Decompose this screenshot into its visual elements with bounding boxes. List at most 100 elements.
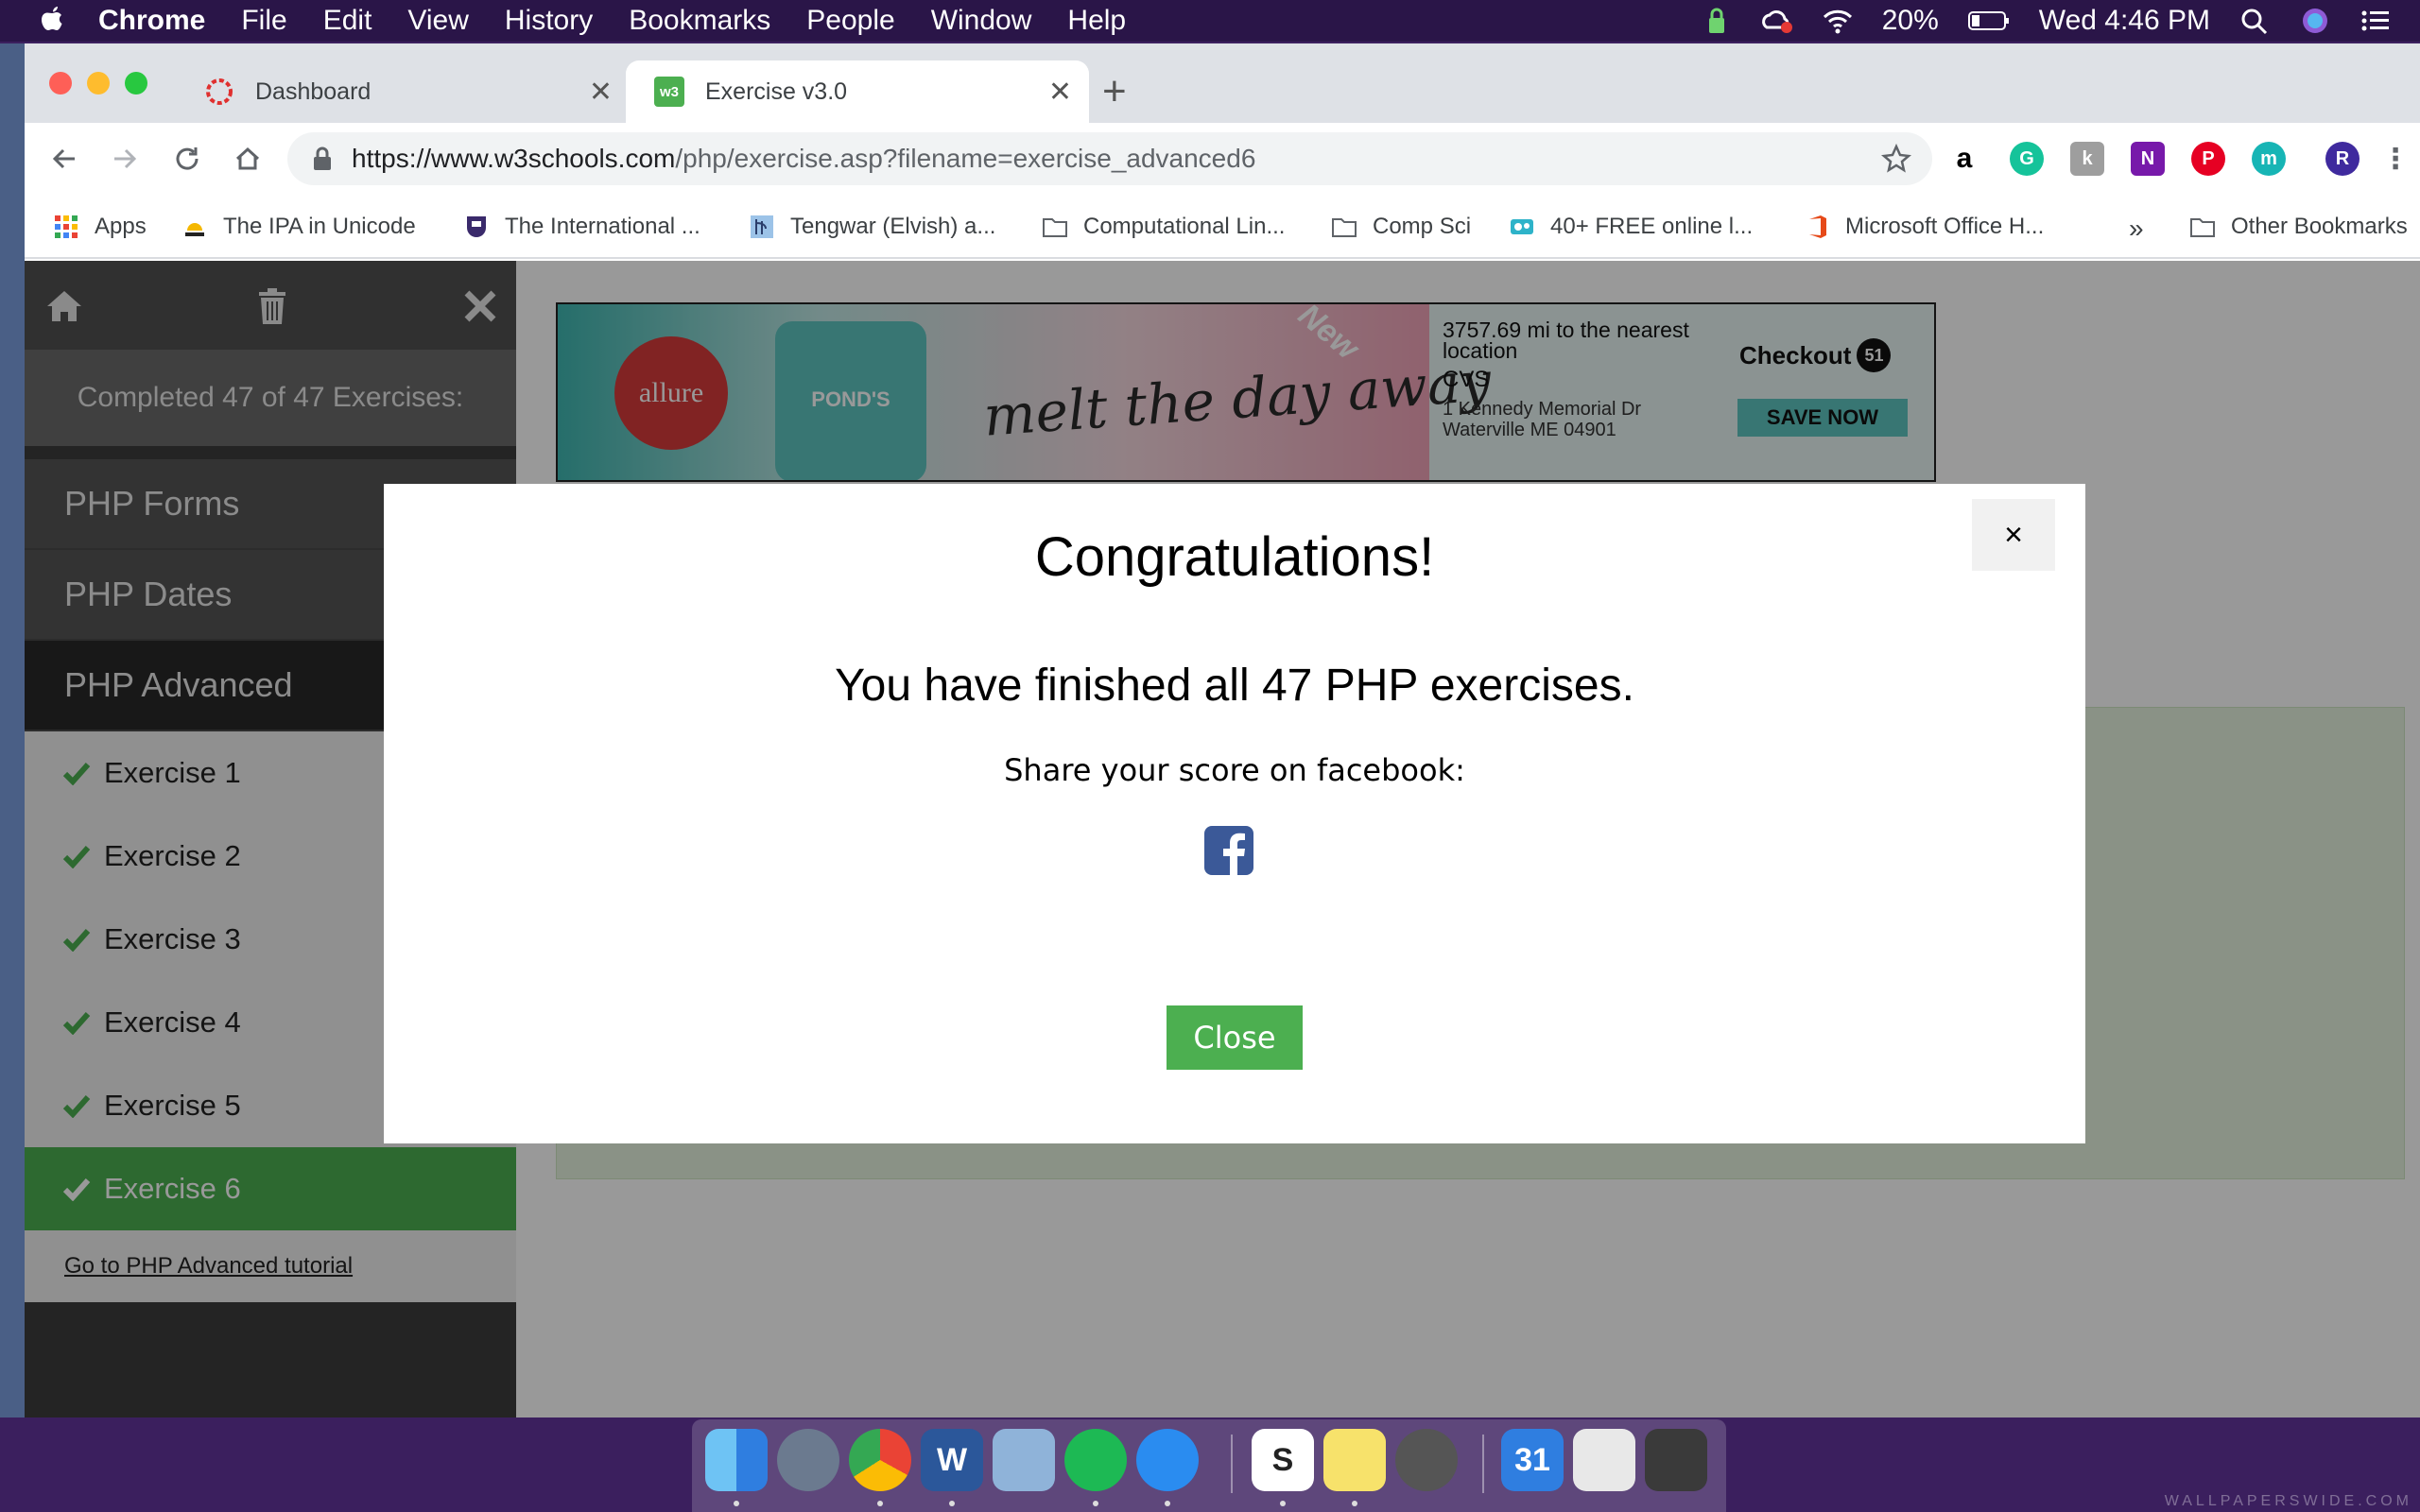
bookmark-microsoft-office[interactable]: Microsoft Office H... (1804, 214, 2044, 240)
profile-avatar[interactable]: R (2325, 142, 2360, 176)
dock-separator (1231, 1435, 1233, 1493)
apps-grid-icon (55, 215, 78, 238)
bookmark-other-bookmarks[interactable]: Other Bookmarks (2189, 214, 2408, 240)
tab-title: Dashboard (255, 77, 372, 105)
zoom-window-button[interactable] (125, 72, 147, 94)
tab-strip: Dashboard ✕ w3 Exercise v3.0 ✕ + (25, 43, 2420, 123)
finder-dock-icon[interactable] (705, 1429, 768, 1491)
onenote-extension-icon[interactable]: N (2131, 142, 2165, 176)
running-indicator (877, 1501, 883, 1506)
running-indicator (1093, 1501, 1098, 1506)
bookmark-apps[interactable]: Apps (53, 214, 147, 240)
bookmark-ipa-unicode[interactable]: The IPA in Unicode (182, 214, 416, 240)
menu-help[interactable]: Help (1067, 5, 1126, 37)
bookmark-label: Apps (95, 214, 147, 239)
page-content: Completed 47 of 47 Exercises: PHP Forms … (25, 261, 2420, 1418)
bookmark-label: 40+ FREE online l... (1550, 214, 1754, 239)
facebook-share-icon[interactable] (1204, 826, 1253, 875)
running-indicator (1165, 1501, 1170, 1506)
url-path: /php/exercise.asp?filename=exercise_adva… (675, 144, 1256, 173)
calendar-dock-icon[interactable]: 31 (1501, 1429, 1564, 1491)
tab-exercise[interactable]: w3 Exercise v3.0 ✕ (626, 60, 1089, 123)
home-icon (235, 146, 260, 170)
modal-close-text-button[interactable]: Close (1167, 1005, 1303, 1070)
menu-people[interactable]: People (806, 5, 894, 37)
home-button[interactable] (227, 138, 268, 180)
shield-favicon-icon (467, 216, 486, 237)
bookmark-folder-computational[interactable]: Computational Lin... (1042, 214, 1285, 240)
world-map-favicon-icon (1511, 219, 1533, 234)
menu-bookmarks[interactable]: Bookmarks (629, 5, 770, 37)
bookmark-label: Computational Lin... (1083, 214, 1286, 239)
mendeley-extension-icon[interactable]: m (2252, 142, 2286, 176)
bookmark-label: Tengwar (Elvish) a... (790, 214, 996, 239)
wallpaper-watermark: WALLPAPERSWIDE.COM (2164, 1493, 2412, 1509)
kami-extension-icon[interactable]: k (2070, 142, 2104, 176)
close-tab-icon[interactable]: ✕ (589, 76, 613, 109)
folder-icon (1043, 218, 1067, 237)
browser-toolbar: https://www.w3schools.com/php/exercise.a… (25, 123, 2420, 198)
battery-percent[interactable]: 20% (1882, 5, 1939, 37)
forward-button[interactable] (104, 138, 146, 180)
stickies-dock-icon[interactable] (1323, 1429, 1386, 1491)
wifi-icon[interactable] (1822, 7, 1854, 35)
back-button[interactable] (43, 138, 85, 180)
menu-edit[interactable]: Edit (323, 5, 372, 37)
chrome-dock-icon[interactable] (849, 1429, 911, 1491)
bookmark-free-online[interactable]: 40+ FREE online l... (1509, 214, 1753, 240)
bookmark-international[interactable]: The International ... (463, 214, 700, 240)
menu-history[interactable]: History (505, 5, 593, 37)
tab-dashboard[interactable]: Dashboard ✕ (176, 60, 630, 123)
pinterest-extension-icon[interactable]: P (2191, 142, 2225, 176)
messages-dock-icon[interactable] (1136, 1429, 1199, 1491)
siri-icon[interactable] (2299, 7, 2331, 35)
minimize-window-button[interactable] (87, 72, 110, 94)
running-indicator (1352, 1501, 1357, 1506)
bookmark-folder-comp-sci[interactable]: Comp Sci (1331, 214, 1471, 240)
macos-menu-bar: Chrome File Edit View History Bookmarks … (0, 0, 2420, 42)
clock[interactable]: Wed 4:46 PM (2039, 5, 2210, 37)
spotlight-search-icon[interactable] (2238, 7, 2271, 35)
notification-center-icon[interactable] (2360, 7, 2392, 35)
bookmarks-overflow-chevron[interactable]: » (2129, 214, 2144, 244)
close-window-button[interactable] (49, 72, 72, 94)
back-arrow-icon (52, 148, 75, 169)
launchpad-dock-icon[interactable] (777, 1429, 839, 1491)
office-favicon-icon (1809, 215, 1826, 238)
bookmark-star-icon[interactable] (1881, 144, 1911, 174)
word-dock-icon[interactable]: W (921, 1429, 983, 1491)
slack-dock-icon[interactable]: S (1252, 1429, 1314, 1491)
system-preferences-dock-icon[interactable] (1395, 1429, 1458, 1491)
secure-lock-icon[interactable] (312, 146, 333, 171)
app-menu-chrome[interactable]: Chrome (98, 5, 205, 37)
creative-cloud-icon[interactable] (1761, 7, 1793, 35)
menu-view[interactable]: View (407, 5, 468, 37)
menu-file[interactable]: File (241, 5, 286, 37)
menu-window[interactable]: Window (931, 5, 1032, 37)
bookmarks-bar: Apps The IPA in Unicode The Internationa… (25, 198, 2420, 259)
ipa-favicon-icon (185, 223, 204, 236)
address-bar[interactable]: https://www.w3schools.com/php/exercise.a… (287, 132, 1932, 185)
close-tab-icon[interactable]: ✕ (1048, 76, 1072, 109)
trash-dock-icon[interactable] (1645, 1429, 1707, 1491)
modal-share-text: Share your score on facebook: (1004, 752, 1465, 788)
apple-icon[interactable] (38, 5, 66, 37)
lock-status-icon[interactable] (1701, 7, 1733, 35)
chrome-menu-icon[interactable]: ⋮ (2381, 142, 2410, 176)
dashboard-favicon-icon (204, 77, 234, 107)
spotify-dock-icon[interactable] (1064, 1429, 1127, 1491)
amazon-extension-icon[interactable]: a (1947, 142, 1981, 176)
bookmark-label: Comp Sci (1373, 214, 1472, 239)
battery-icon[interactable] (1967, 7, 2011, 35)
reload-button[interactable] (166, 138, 208, 180)
folder-icon (1332, 218, 1357, 237)
mail-dock-icon[interactable] (993, 1429, 1055, 1491)
chrome-window: Dashboard ✕ w3 Exercise v3.0 ✕ + https:/… (25, 43, 2420, 1418)
new-tab-icon[interactable]: + (1102, 68, 1127, 115)
forward-arrow-icon (114, 148, 137, 169)
grammarly-extension-icon[interactable]: G (2010, 142, 2044, 176)
bookmark-label: Other Bookmarks (2231, 214, 2408, 239)
bookmark-label: The IPA in Unicode (223, 214, 416, 239)
bookmark-tengwar[interactable]: Tengwar (Elvish) a... (749, 214, 995, 240)
documents-stack-dock-icon[interactable] (1573, 1429, 1635, 1491)
